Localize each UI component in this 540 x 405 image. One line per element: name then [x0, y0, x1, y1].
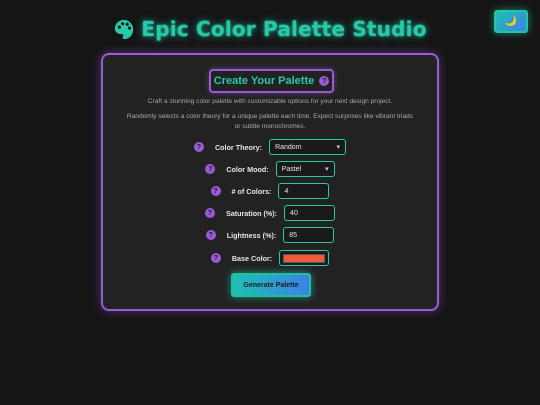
- num-colors-label: # of Colors:: [231, 186, 272, 196]
- color-theory-select[interactable]: Random ▾: [269, 139, 347, 155]
- base-color-row: ? Base Color:: [103, 250, 437, 266]
- card-description: Craft a stunning color palette with cust…: [147, 98, 393, 105]
- chevron-down-icon: ▾: [336, 144, 341, 151]
- saturation-label: Saturation (%):: [225, 208, 278, 218]
- help-icon[interactable]: ?: [319, 76, 330, 86]
- num-colors-row: ? # of Colors: 4: [103, 183, 437, 199]
- saturation-row: ? Saturation (%): 40: [103, 205, 437, 221]
- card-title-box: Create Your Palette ?: [209, 69, 334, 93]
- help-icon[interactable]: ?: [210, 186, 221, 196]
- lightness-label: Lightness (%):: [226, 230, 277, 240]
- color-theory-row: ? Color Theory: Random ▾: [103, 139, 437, 155]
- base-color-swatch: [283, 253, 326, 263]
- color-mood-row: ? Color Mood: Pastel ▾: [103, 161, 437, 177]
- theme-toggle-button[interactable]: 🌙: [494, 10, 528, 33]
- color-mood-label: Color Mood:: [226, 164, 269, 174]
- color-mood-value: Pastel: [281, 165, 302, 173]
- color-theory-value: Random: [275, 143, 302, 151]
- help-icon[interactable]: ?: [204, 208, 215, 218]
- help-icon[interactable]: ?: [205, 230, 216, 240]
- palette-form-card: Create Your Palette ? Craft a stunning c…: [101, 53, 439, 311]
- help-icon[interactable]: ?: [205, 164, 216, 174]
- moon-icon: 🌙: [504, 15, 518, 27]
- num-colors-input[interactable]: 4: [278, 183, 330, 199]
- num-colors-value: 4: [284, 187, 289, 195]
- theory-note: Randomly selects a color theory for a un…: [126, 113, 414, 130]
- help-icon[interactable]: ?: [210, 253, 221, 263]
- generate-palette-button[interactable]: Generate Palette: [231, 273, 311, 297]
- saturation-value: 40: [290, 209, 298, 217]
- app-header: Epic Color Palette Studio: [0, 14, 540, 44]
- color-theory-label: Color Theory:: [214, 142, 263, 152]
- base-color-picker[interactable]: [279, 250, 330, 266]
- lightness-row: ? Lightness (%): 85: [103, 227, 437, 243]
- chevron-down-icon: ▾: [325, 166, 329, 173]
- color-mood-select[interactable]: Pastel ▾: [275, 161, 335, 177]
- lightness-value: 85: [289, 231, 298, 239]
- saturation-input[interactable]: 40: [284, 205, 336, 221]
- lightness-input[interactable]: 85: [283, 227, 335, 243]
- app-title: Epic Color Palette Studio: [141, 17, 427, 41]
- base-color-label: Base Color:: [231, 253, 273, 263]
- palette-icon: [115, 19, 134, 40]
- card-title: Create Your Palette: [213, 75, 315, 87]
- help-icon[interactable]: ?: [193, 142, 204, 152]
